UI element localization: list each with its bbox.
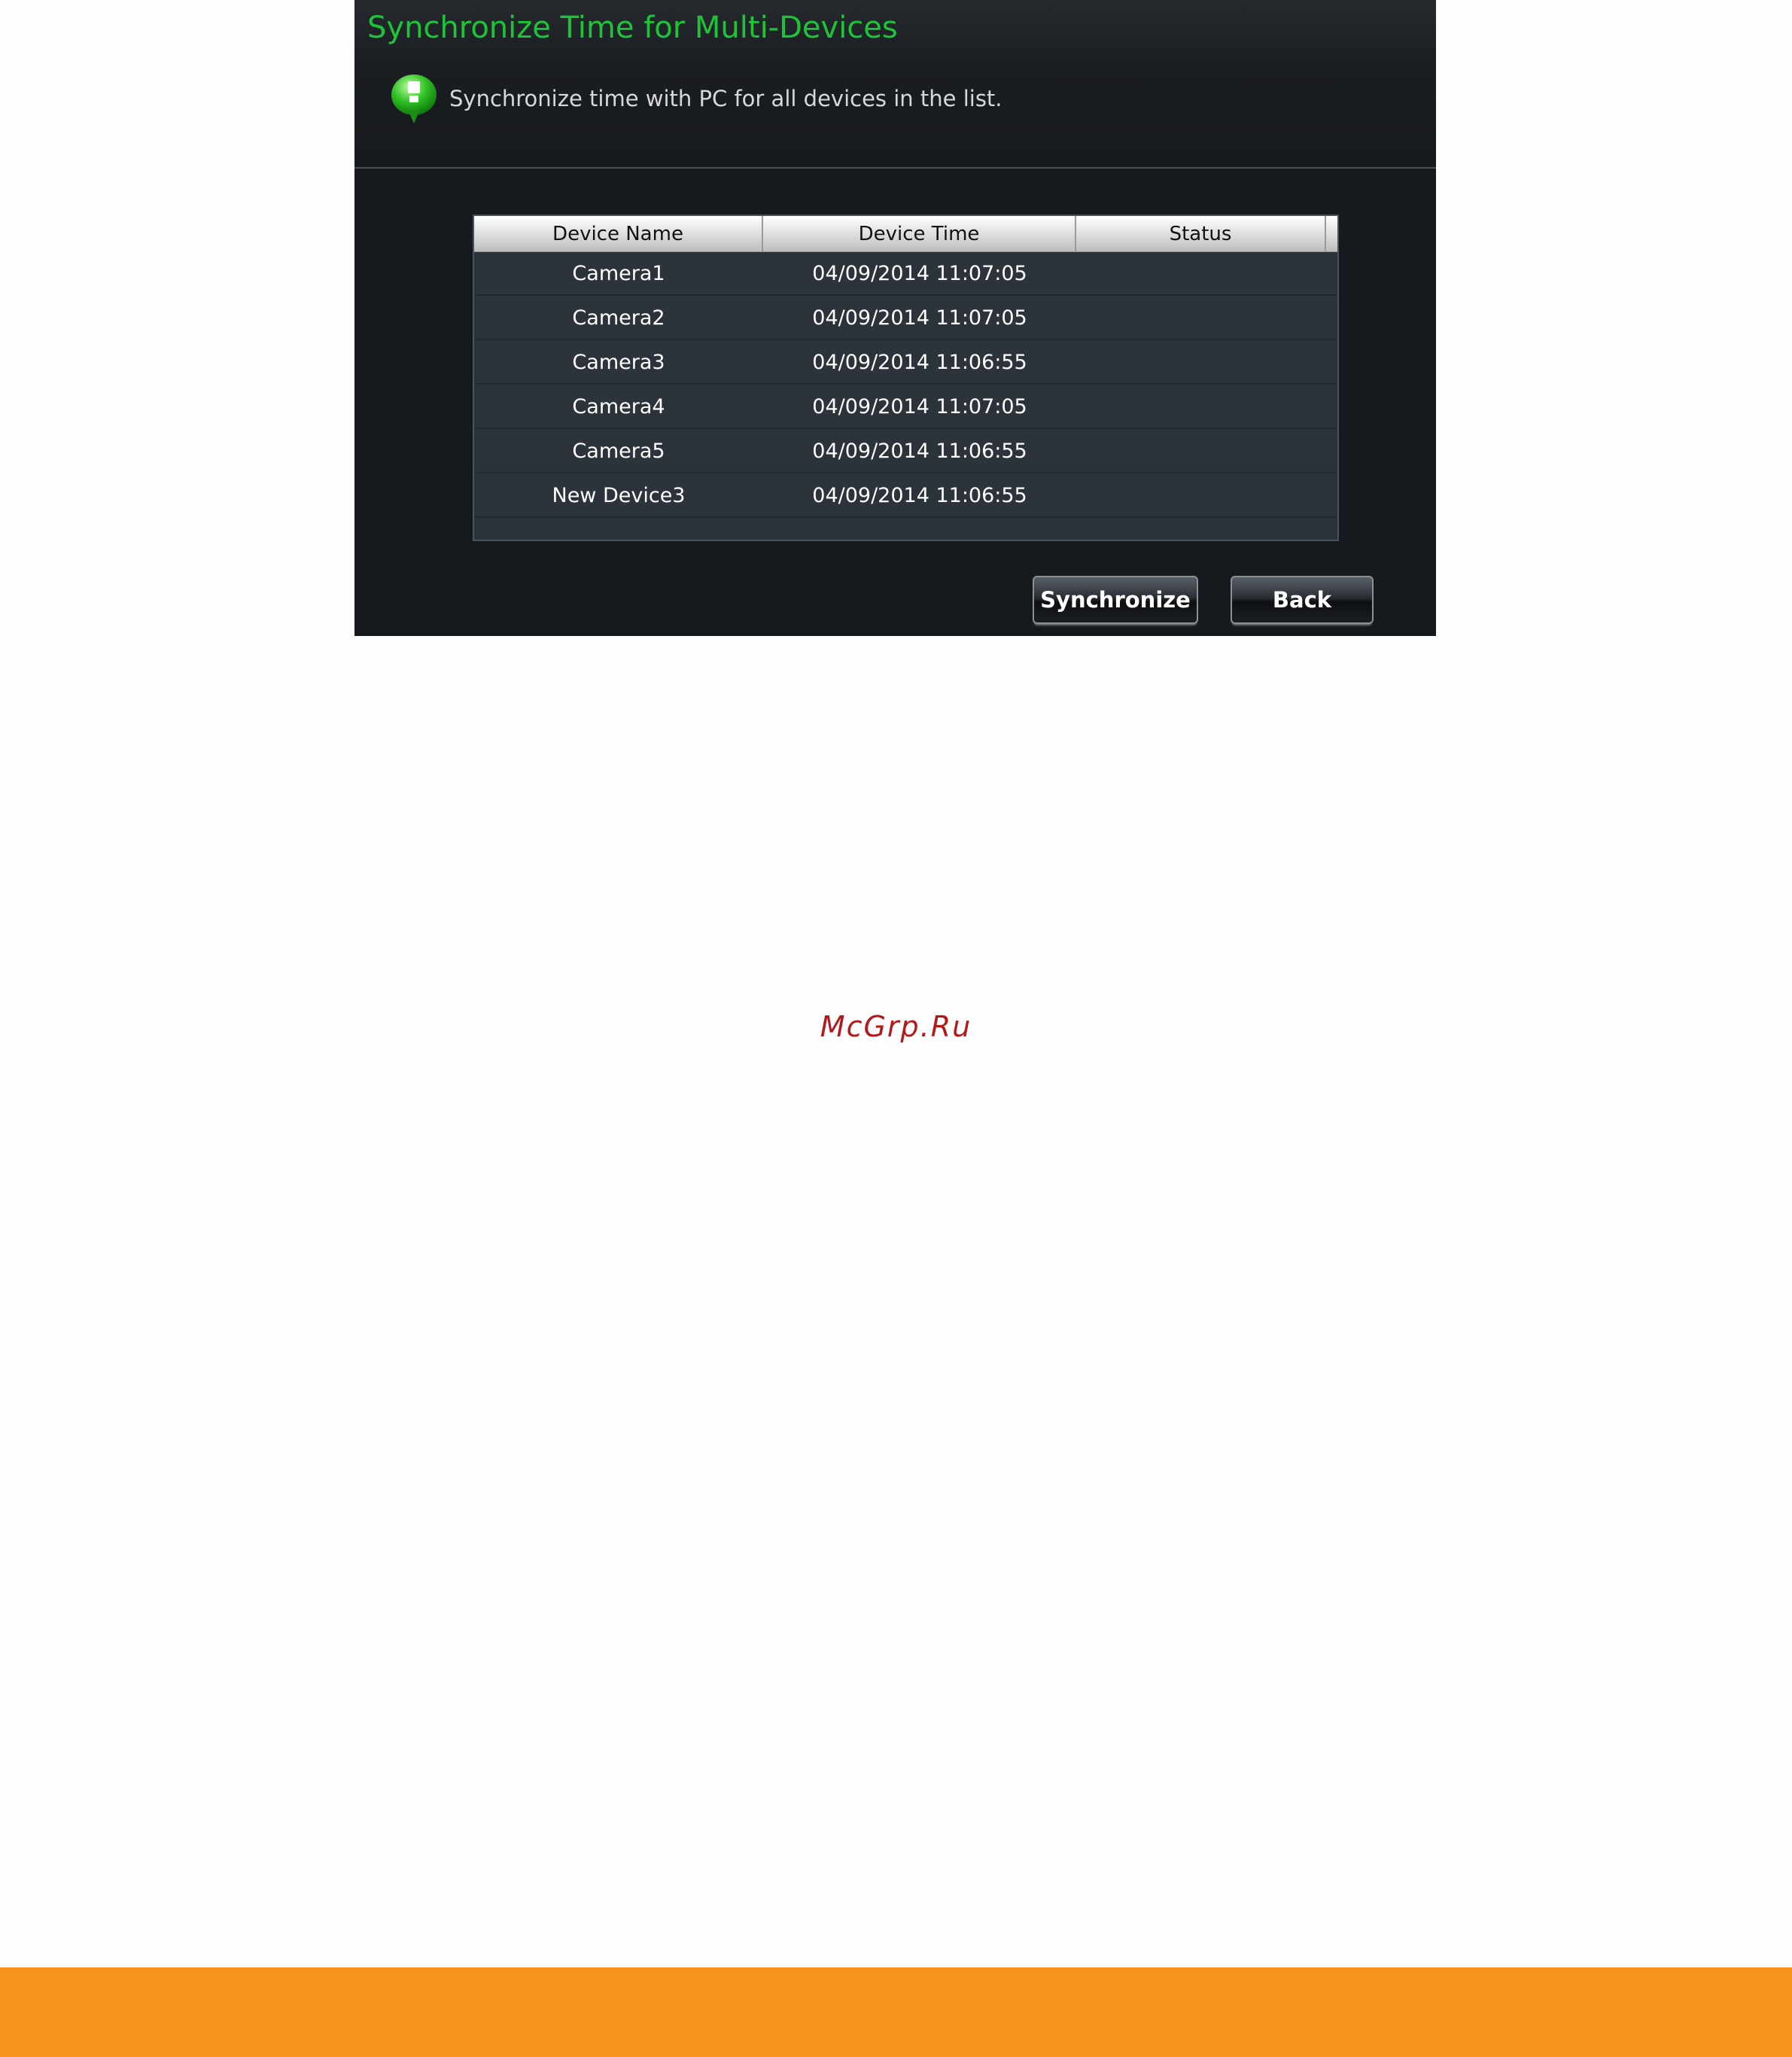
device-time-cell: 04/09/2014 11:06:55 [812,484,1027,507]
table-row[interactable]: Camera4 04/09/2014 11:07:05 [474,385,1337,429]
device-name-cell: New Device3 [552,484,686,507]
status-cell [1076,385,1326,429]
device-time-cell: 04/09/2014 11:06:55 [812,440,1027,463]
watermark-text: McGrp.Ru [820,1010,972,1043]
synchronize-button[interactable]: Synchronize [1033,576,1198,624]
device-name-cell: Camera2 [572,306,665,330]
status-cell [1076,251,1326,296]
column-header-status[interactable]: Status [1076,216,1326,251]
table-row[interactable]: Camera1 04/09/2014 11:07:05 [474,251,1337,296]
table-header: Device Name Device Time Status [474,216,1337,252]
table-row[interactable]: New Device3 04/09/2014 11:06:55 [474,473,1337,518]
table-row[interactable]: Camera3 04/09/2014 11:06:55 [474,340,1337,385]
device-time-cell: 04/09/2014 11:07:05 [812,306,1027,330]
table-body: Camera1 04/09/2014 11:07:05 Camera2 04/0… [474,251,1337,518]
table-row[interactable]: Camera5 04/09/2014 11:06:55 [474,429,1337,473]
back-button[interactable]: Back [1231,576,1374,624]
footer-bar [0,1967,1792,2057]
device-time-cell: 04/09/2014 11:06:55 [812,351,1027,374]
info-bubble-icon [391,75,437,123]
dialog-subtitle: Synchronize time with PC for all devices… [449,86,1002,111]
status-cell [1076,473,1326,518]
sync-dialog: Synchronize Time for Multi-Devices Synch… [354,0,1436,636]
status-cell [1076,429,1326,473]
device-name-cell: Camera5 [572,440,665,463]
device-time-cell: 04/09/2014 11:07:05 [812,262,1027,285]
device-name-cell: Camera3 [572,351,665,374]
column-header-device-name[interactable]: Device Name [474,216,763,251]
column-header-device-time[interactable]: Device Time [763,216,1076,251]
dialog-header: Synchronize Time for Multi-Devices Synch… [354,0,1436,169]
dialog-title: Synchronize Time for Multi-Devices [367,11,898,45]
device-name-cell: Camera1 [572,262,665,285]
table-row[interactable]: Camera2 04/09/2014 11:07:05 [474,296,1337,340]
status-cell [1076,296,1326,340]
status-cell [1076,340,1326,385]
device-table: Device Name Device Time Status Camera1 0… [473,215,1339,541]
device-time-cell: 04/09/2014 11:07:05 [812,395,1027,418]
device-name-cell: Camera4 [572,395,665,418]
